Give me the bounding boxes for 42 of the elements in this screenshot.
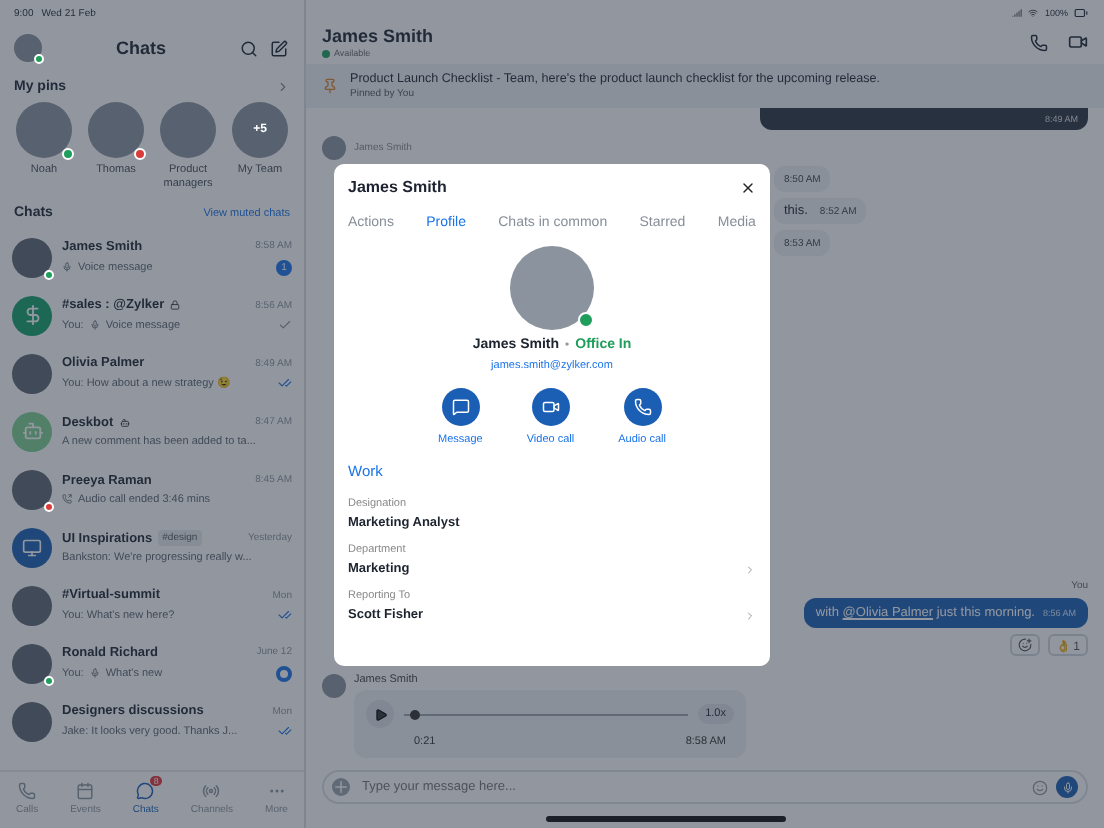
close-button[interactable] [740, 179, 756, 195]
play-icon [373, 707, 387, 721]
pin-avatar[interactable] [16, 102, 72, 158]
video-icon [541, 398, 560, 416]
mic-button[interactable] [1056, 776, 1078, 798]
playback-thumb[interactable] [409, 709, 420, 719]
emoji-icon[interactable] [1032, 779, 1048, 795]
phone-icon [18, 782, 37, 800]
presence-dot [34, 54, 44, 64]
user-avatar[interactable] [14, 34, 42, 62]
monitor-icon [22, 537, 42, 558]
message-icon [451, 398, 470, 416]
dialog-title: James Smith [348, 178, 447, 196]
bot-icon [21, 420, 43, 443]
pin-avatar[interactable] [88, 102, 144, 158]
wifi-icon [1028, 8, 1039, 18]
presence-dot [578, 312, 594, 328]
calendar-icon [76, 782, 95, 800]
add-reaction-button[interactable] [1009, 634, 1040, 656]
video-icon[interactable] [1068, 32, 1088, 52]
sidebar-title: Chats [113, 38, 168, 58]
conversation-title: James Smith [322, 26, 434, 46]
phone-icon[interactable] [1030, 33, 1048, 51]
close-icon [740, 179, 756, 195]
sender-avatar [322, 136, 346, 160]
pin-icon [322, 78, 338, 94]
pin-avatar[interactable] [160, 102, 216, 158]
search-icon[interactable] [240, 39, 258, 57]
compose-icon[interactable] [270, 39, 288, 57]
dollar-icon [21, 304, 43, 327]
broadcast-icon [202, 782, 221, 800]
presence-dot [322, 49, 330, 57]
play-button[interactable] [366, 700, 394, 728]
add-reaction-icon [1017, 638, 1032, 652]
chevron-right-icon[interactable] [276, 80, 290, 94]
signal-icon [1012, 8, 1023, 18]
plus-icon[interactable] [332, 778, 350, 796]
sender-avatar [322, 674, 346, 698]
mic-icon [1061, 781, 1073, 793]
chat-icon [136, 782, 155, 800]
phone-icon [633, 398, 652, 416]
battery-icon [1074, 6, 1088, 20]
